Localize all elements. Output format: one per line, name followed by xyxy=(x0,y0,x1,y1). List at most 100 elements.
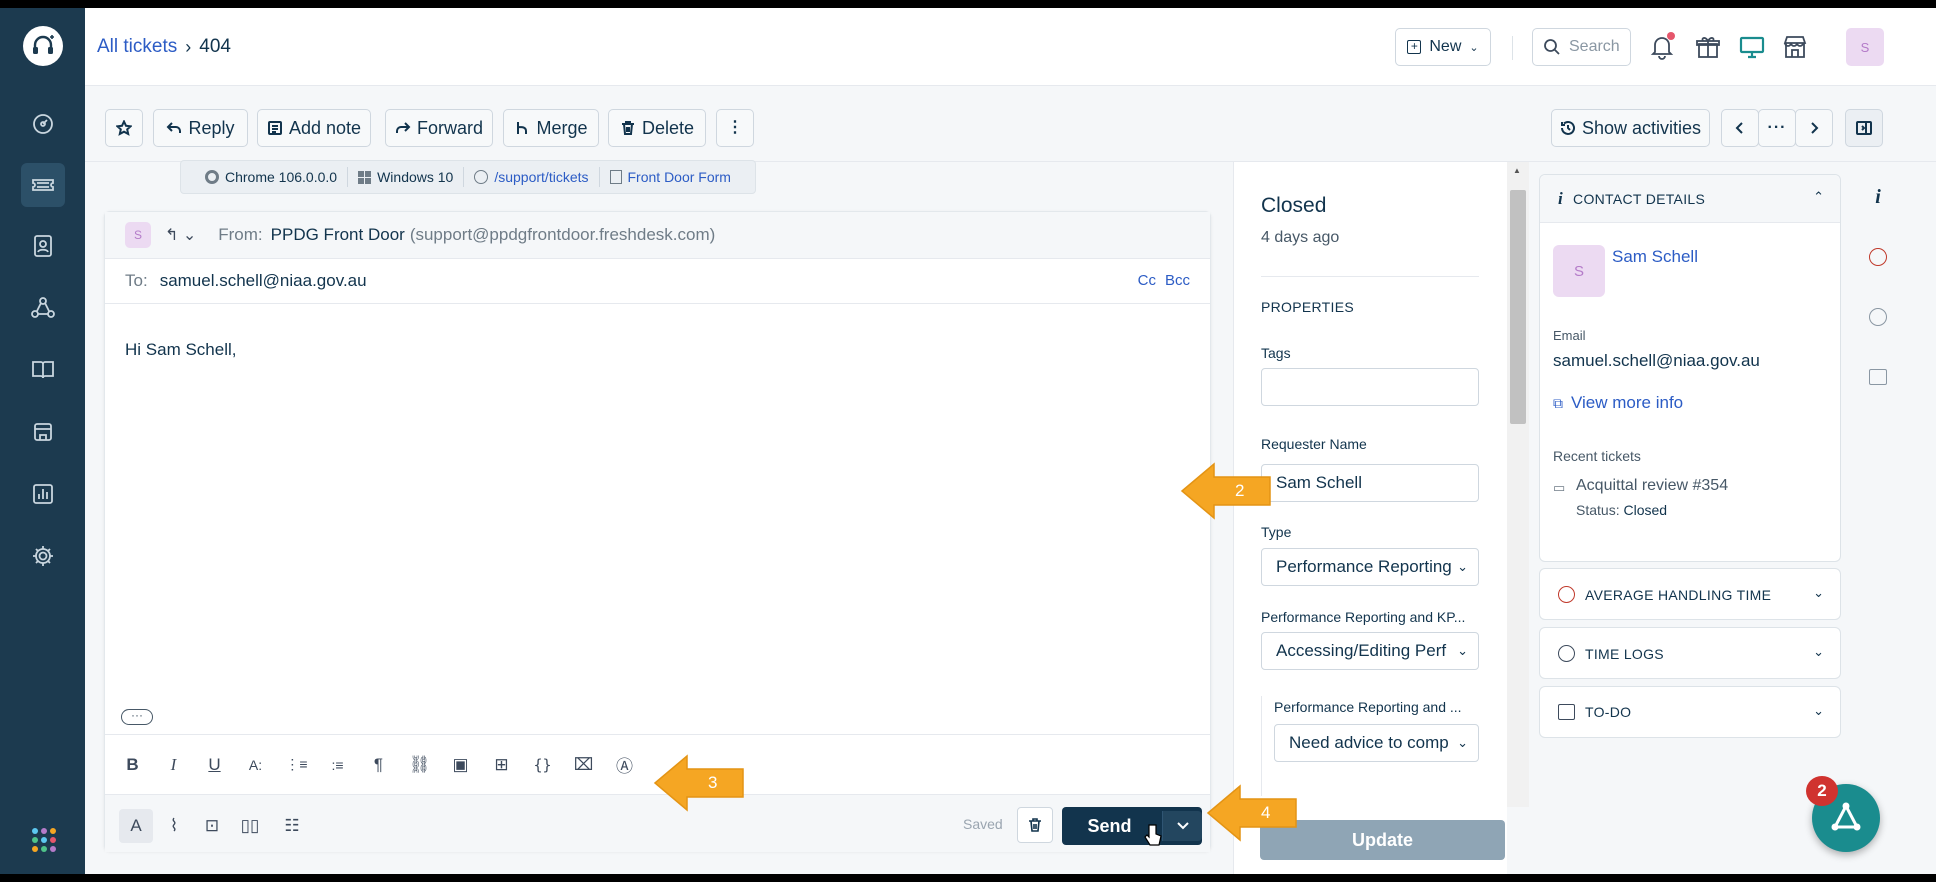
time-log-icon[interactable] xyxy=(1863,302,1893,332)
forward-button[interactable]: Forward xyxy=(385,109,493,147)
merge-label: Merge xyxy=(536,117,588,138)
dashboard-nav-icon[interactable] xyxy=(21,102,65,146)
view-more-info-link[interactable]: ⧉ View more info xyxy=(1553,393,1683,413)
merge-button[interactable]: Merge xyxy=(503,109,599,147)
perf-select[interactable]: Accessing/Editing Perf ⌄ xyxy=(1261,632,1479,670)
search-placeholder: Search xyxy=(1569,38,1620,55)
admin-nav-icon[interactable] xyxy=(21,410,65,454)
groups-nav-icon[interactable] xyxy=(21,286,65,330)
reply-type-dropdown[interactable]: ↰ ⌄ xyxy=(165,225,196,245)
notifications-bell-icon[interactable] xyxy=(1645,30,1679,64)
previous-ticket-button[interactable] xyxy=(1721,109,1759,147)
handling-time-icon[interactable] xyxy=(1863,242,1893,272)
bcc-link[interactable]: Bcc xyxy=(1165,272,1190,289)
reply-button[interactable]: Reply xyxy=(153,109,248,147)
forward-label: Forward xyxy=(416,117,483,138)
aht-heading: AVERAGE HANDLING TIME xyxy=(1558,586,1771,603)
reports-nav-icon[interactable] xyxy=(21,472,65,516)
contacts-nav-icon[interactable] xyxy=(21,224,65,268)
ticket-status: Closed xyxy=(1261,194,1327,217)
monitor-icon[interactable] xyxy=(1735,30,1769,64)
type-select[interactable]: Performance Reporting ⌄ xyxy=(1261,548,1479,586)
perf2-label: Performance Reporting and ... xyxy=(1274,699,1462,715)
spellcheck-icon[interactable]: Ⓐ xyxy=(611,751,638,778)
todo-card[interactable]: TO-DO ⌄ xyxy=(1539,686,1841,738)
reply-body-text[interactable]: Hi Sam Schell, xyxy=(125,340,236,360)
all-tickets-link[interactable]: All tickets xyxy=(97,36,177,58)
bold-icon[interactable]: B xyxy=(119,751,146,778)
contact-name-link[interactable]: Sam Schell xyxy=(1612,247,1698,267)
delete-button[interactable]: Delete xyxy=(608,109,706,147)
marketplace-store-icon[interactable] xyxy=(1778,30,1812,64)
from-name[interactable]: PPDG Front Door xyxy=(271,225,405,245)
link-icon[interactable]: ⛓ xyxy=(406,751,433,778)
user-avatar[interactable]: S xyxy=(1846,28,1884,66)
italic-icon[interactable]: I xyxy=(160,751,187,778)
freshdesk-logo-icon[interactable] xyxy=(23,26,63,66)
windows-icon xyxy=(358,170,372,184)
underline-icon[interactable]: U xyxy=(201,751,228,778)
more-horizontal-icon: ··· xyxy=(1767,119,1787,136)
time-logs-card[interactable]: TIME LOGS ⌄ xyxy=(1539,627,1841,679)
tags-input[interactable] xyxy=(1261,368,1479,406)
numbered-list-icon[interactable]: ⋮≡ xyxy=(283,751,310,778)
show-activities-button[interactable]: Show activities xyxy=(1551,109,1710,147)
status-value: Closed xyxy=(1623,502,1668,518)
solution-article-icon[interactable]: ▯▯ xyxy=(233,809,267,843)
saved-status: Saved xyxy=(963,816,1003,832)
table-icon[interactable]: ⊞ xyxy=(488,751,515,778)
template-icon[interactable]: ☷ xyxy=(275,809,309,843)
to-recipient[interactable]: samuel.schell@niaa.gov.au xyxy=(160,271,367,291)
show-quoted-text-icon[interactable]: ··· xyxy=(121,709,153,725)
canned-response-icon[interactable]: ⊡ xyxy=(195,809,229,843)
toggle-sidebar-button[interactable] xyxy=(1845,109,1883,147)
clear-format-icon[interactable]: ⌧ xyxy=(570,751,597,778)
form-link[interactable]: Front Door Form xyxy=(600,167,741,187)
text-format-icon[interactable]: A xyxy=(119,809,153,843)
from-label: From: xyxy=(218,225,263,244)
chevron-down-icon: ⌄ xyxy=(1813,703,1824,718)
todo-heading: TO-DO xyxy=(1558,704,1631,720)
requester-input[interactable]: Sam Schell xyxy=(1261,464,1479,502)
add-note-button[interactable]: Add note xyxy=(257,109,371,147)
star-button[interactable] xyxy=(105,109,143,147)
contact-info-icon[interactable]: i xyxy=(1863,182,1893,212)
discard-draft-button[interactable] xyxy=(1017,807,1053,843)
send-options-dropdown[interactable] xyxy=(1162,811,1202,841)
attachment-icon[interactable]: ⌇ xyxy=(157,809,191,843)
code-icon[interactable]: {} xyxy=(529,751,556,778)
todo-calendar-icon[interactable] xyxy=(1863,362,1893,392)
scroll-up-arrow-icon[interactable]: ▲ xyxy=(1513,166,1521,175)
perf2-select[interactable]: Need advice to comp ⌄ xyxy=(1274,724,1479,762)
apps-grid-icon[interactable] xyxy=(32,828,56,852)
page-path-link[interactable]: /support/tickets xyxy=(464,167,600,187)
scrollbar-thumb[interactable] xyxy=(1510,190,1526,424)
gift-icon[interactable] xyxy=(1691,30,1725,64)
calendar-icon xyxy=(1558,704,1575,720)
type-label: Type xyxy=(1261,524,1292,540)
properties-scrollbar[interactable]: ▲ xyxy=(1507,162,1529,807)
recent-ticket-status: Status: Closed xyxy=(1576,502,1667,518)
paragraph-icon[interactable]: ¶ xyxy=(365,751,392,778)
image-icon[interactable]: ▣ xyxy=(447,751,474,778)
cc-link[interactable]: Cc xyxy=(1138,272,1156,289)
search-input[interactable]: Search xyxy=(1532,28,1631,66)
ticket-list-more-button[interactable]: ··· xyxy=(1758,109,1796,147)
perf2-value: Need advice to comp xyxy=(1289,733,1449,752)
chevron-up-icon[interactable]: ⌃ xyxy=(1813,189,1824,205)
font-size-icon[interactable]: A: xyxy=(242,751,269,778)
new-button[interactable]: + New ⌄ xyxy=(1395,28,1491,66)
next-ticket-button[interactable] xyxy=(1795,109,1833,147)
chevron-down-icon: ⌄ xyxy=(1469,41,1479,54)
more-vertical-icon: ⋮ xyxy=(727,119,743,136)
share-network-icon xyxy=(1831,802,1861,831)
recent-ticket-link[interactable]: Acquittal review #354 xyxy=(1576,477,1728,495)
send-button[interactable]: Send xyxy=(1062,807,1202,845)
solutions-nav-icon[interactable] xyxy=(21,348,65,392)
bullet-list-icon[interactable]: :≡ xyxy=(324,751,351,778)
average-handling-time-card[interactable]: AVERAGE HANDLING TIME ⌄ xyxy=(1539,568,1841,620)
more-actions-button[interactable]: ⋮ xyxy=(716,109,754,147)
contact-avatar[interactable]: S xyxy=(1553,245,1605,297)
settings-nav-icon[interactable] xyxy=(21,534,65,578)
tickets-nav-icon[interactable] xyxy=(21,163,65,207)
